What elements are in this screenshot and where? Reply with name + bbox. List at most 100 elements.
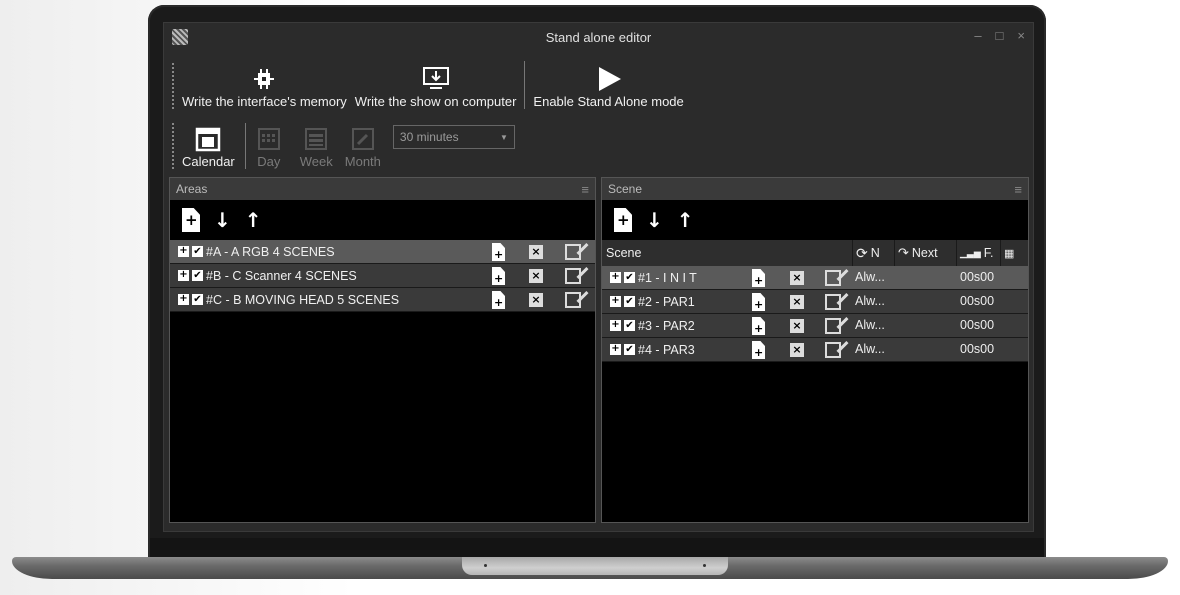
trigger-mode: Alw... [855,294,885,308]
areas-panel: Areas ≡ ↓ ↑ + ✔ #A - A RGB 4 SCENES × + … [169,177,596,523]
maximize-button[interactable]: □ [996,28,1004,43]
checkbox[interactable]: ✔ [192,294,203,305]
expand-icon[interactable]: + [178,246,189,257]
interval-value: 30 minutes [399,130,459,144]
list-item[interactable]: + ✔ #2 - PAR1 × Alw... 00s00 [602,290,1028,314]
delete-icon[interactable]: × [529,269,543,283]
area-label: #A - A RGB 4 SCENES [206,244,335,259]
calendar-button[interactable]: Calendar [178,124,239,169]
column-f[interactable]: ▁▃▅ F. [956,240,1000,266]
fade-time: 00s00 [960,318,995,332]
column-scene[interactable]: Scene [602,240,852,266]
week-button[interactable]: Week [296,124,337,169]
list-item[interactable]: + ✔ #1 - I N I T × Alw... 00s00 [602,266,1028,290]
edit-icon[interactable] [825,342,841,358]
column-n[interactable]: ⟳ N [852,240,894,266]
expand-icon[interactable]: + [610,320,621,331]
write-show-label: Write the show on computer [354,94,517,109]
list-item[interactable]: + ✔ #3 - PAR2 × Alw... 00s00 [602,314,1028,338]
checkbox[interactable]: ✔ [192,270,203,281]
arrow-up-icon[interactable]: ↑ [245,210,262,230]
add-scene-icon[interactable] [614,208,632,232]
delete-icon[interactable]: × [529,245,543,259]
expand-icon[interactable]: + [178,294,189,305]
menu-icon[interactable]: ≡ [1014,182,1022,197]
column-next[interactable]: ↷ Next [894,240,956,266]
scene-column-header: Scene ⟳ N ↷ Next ▁▃▅ F. ▦ [602,240,1028,266]
delete-icon[interactable]: × [790,343,804,357]
trigger-mode: Alw... [855,342,885,356]
download-monitor-icon [422,64,450,94]
day-label: Day [257,154,281,169]
day-button[interactable]: Day [252,124,286,169]
arrow-down-icon[interactable]: ↓ [214,210,231,230]
month-button[interactable]: Month [341,124,385,169]
add-step-icon[interactable] [752,269,765,287]
scene-header: Scene ≡ [602,178,1028,200]
ribbon-top: Write the interface's memory Write the s… [172,57,688,109]
checkbox[interactable]: ✔ [192,246,203,257]
delete-icon[interactable]: × [790,295,804,309]
write-memory-button[interactable]: Write the interface's memory [178,64,351,109]
area-label: #B - C Scanner 4 SCENES [206,268,357,283]
list-item[interactable]: + ✔ #B - C Scanner 4 SCENES × [170,264,595,288]
ribbon-calendar: Calendar Day Week Month 30 minutes ▼ [172,115,515,169]
scene-label: #3 - PAR2 [638,318,695,333]
arrow-up-icon[interactable]: ↑ [677,210,694,230]
list-item[interactable]: + ✔ #C - B MOVING HEAD 5 SCENES × [170,288,595,312]
scene-list: + ✔ #1 - I N I T × Alw... 00s00 + ✔ #2 -… [602,266,1028,362]
enable-standalone-label: Enable Stand Alone mode [533,94,684,109]
expand-icon[interactable]: + [178,270,189,281]
trigger-mode: Alw... [855,318,885,332]
list-item[interactable]: + ✔ #4 - PAR3 × Alw... 00s00 [602,338,1028,362]
edit-icon[interactable] [565,268,581,284]
expand-icon[interactable]: + [610,272,621,283]
add-step-icon[interactable] [752,341,765,359]
expand-icon[interactable]: + [610,296,621,307]
dmx-icon: ▦ [1004,247,1015,260]
add-scene-icon[interactable] [492,291,505,309]
edit-icon[interactable] [565,292,581,308]
app-icon [172,29,188,45]
delete-icon[interactable]: × [790,271,804,285]
edit-icon[interactable] [825,270,841,286]
arrow-down-icon[interactable]: ↓ [646,210,663,230]
scene-panel: Scene ≡ ↓ ↑ Scene ⟳ N ↷ Next ▁▃▅ F. ▦ [601,177,1029,523]
minimize-button[interactable]: – [974,28,981,43]
edit-icon[interactable] [825,318,841,334]
fade-time: 00s00 [960,342,995,356]
write-memory-label: Write the interface's memory [182,94,347,109]
checkbox[interactable]: ✔ [624,272,635,283]
write-show-button[interactable]: Write the show on computer [351,64,521,109]
checkbox[interactable]: ✔ [624,296,635,307]
expand-icon[interactable]: + [610,344,621,355]
add-area-icon[interactable] [182,208,200,232]
menu-icon[interactable]: ≡ [581,182,589,197]
add-scene-icon[interactable] [492,243,505,261]
calendar-month-icon [350,124,376,154]
area-label: #C - B MOVING HEAD 5 SCENES [206,292,400,307]
chevron-down-icon: ▼ [499,132,508,142]
interval-select[interactable]: 30 minutes ▼ [392,125,515,149]
column-dmx[interactable]: ▦ [1000,240,1028,266]
close-button[interactable]: × [1017,28,1025,43]
trigger-mode: Alw... [855,270,885,284]
edit-icon[interactable] [825,294,841,310]
areas-header: Areas ≡ [170,178,595,200]
add-scene-icon[interactable] [492,267,505,285]
delete-icon[interactable]: × [529,293,543,307]
delete-icon[interactable]: × [790,319,804,333]
checkbox[interactable]: ✔ [624,344,635,355]
calendar-label: Calendar [182,154,235,169]
add-step-icon[interactable] [752,293,765,311]
calendar-day-icon [256,124,282,154]
enable-standalone-button[interactable]: Enable Stand Alone mode [529,64,687,109]
list-item[interactable]: + ✔ #A - A RGB 4 SCENES × [170,240,595,264]
checkbox[interactable]: ✔ [624,320,635,331]
month-label: Month [344,154,381,169]
play-icon [595,64,623,94]
title-bar: Stand alone editor – □ × [164,23,1033,51]
scene-label: #4 - PAR3 [638,342,695,357]
edit-icon[interactable] [565,244,581,260]
add-step-icon[interactable] [752,317,765,335]
